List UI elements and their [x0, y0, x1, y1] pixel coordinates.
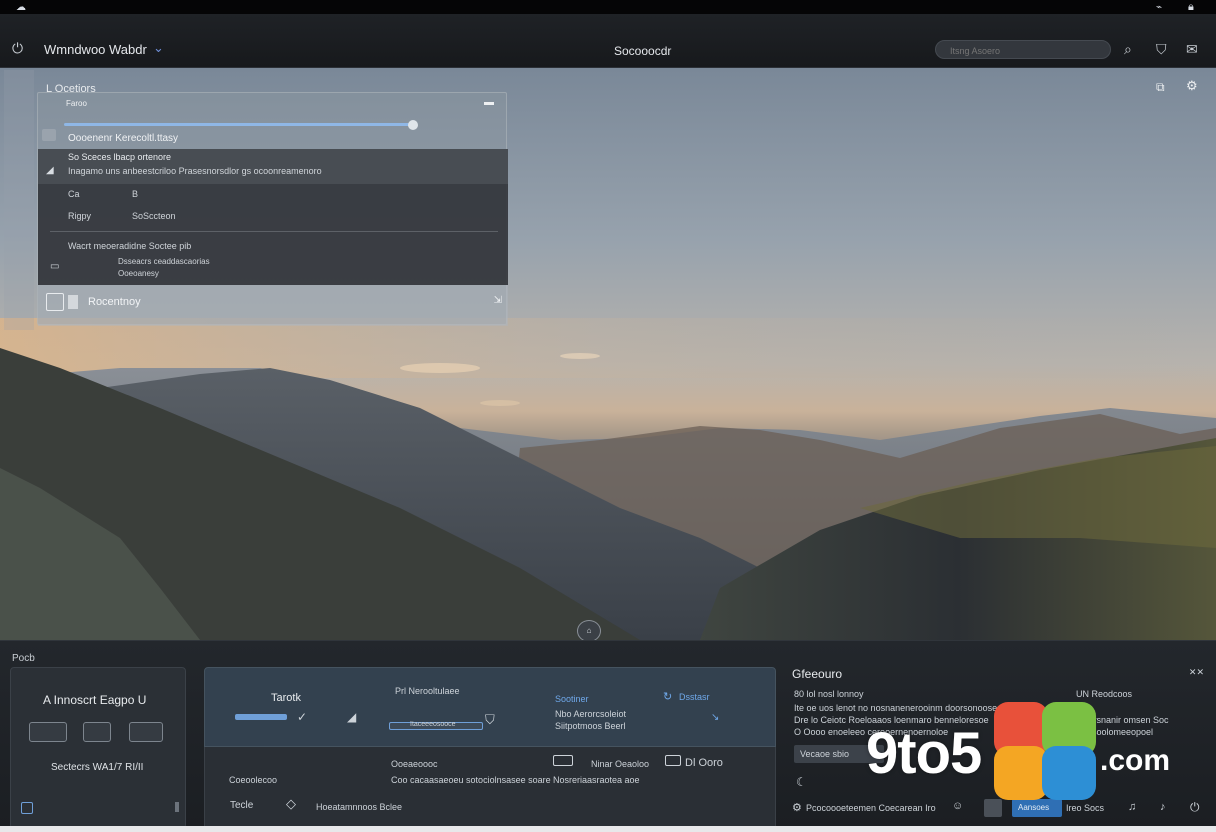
app-title[interactable]: Wmndwoo Wabdr: [44, 42, 147, 57]
minimize-icon[interactable]: ▬: [484, 97, 494, 108]
status-icon: [42, 129, 56, 141]
notification-title: So Sceces lbacp ortenore: [68, 152, 172, 162]
overview-text: UN Reodcoos: [1076, 689, 1133, 699]
checkbox[interactable]: [46, 293, 64, 311]
wifi-icon: ◢: [46, 165, 54, 176]
chevron-down-icon[interactable]: ⌄: [153, 40, 164, 56]
battery-icon: [553, 755, 573, 766]
detail-text: Coo cacaasaeoeu sotociolnsasee soare: [391, 775, 551, 785]
logo-tile: [1042, 746, 1096, 800]
bottom-edge: [0, 826, 1216, 832]
widget-title: A Innoscrt Eagpo U: [43, 693, 147, 707]
brightness-slider-knob[interactable]: [408, 120, 418, 130]
signal-icon: ◢: [347, 710, 357, 724]
top-strip: ☁ ⌁ 🔒︎: [0, 0, 1216, 14]
window-thumbnail[interactable]: [83, 722, 111, 742]
watermark-logo: 9to5 .com: [866, 702, 1196, 802]
taskbar-text: Pcocoooeteemen Coecarean Iro: [806, 803, 936, 813]
search-icon[interactable]: ⌕: [1124, 42, 1132, 56]
detail-label: Coeoolecoo: [229, 775, 278, 785]
notification-panel[interactable]: Faroo ▬ Oooenenr Kerecoltl.ttasy ◢ So Sc…: [37, 92, 508, 326]
expand-icon[interactable]: ⇲: [494, 295, 502, 306]
info-value: B: [132, 189, 139, 199]
overview-text: 80 lol nosl lonnoy: [794, 689, 864, 699]
detail-item: Nosreriaasraotea aoe: [553, 775, 640, 785]
detail-title: Ooeaeoooc: [391, 759, 438, 769]
progress-bar: [235, 714, 287, 720]
panel-footer[interactable]: Rocentnoy ⇲: [38, 285, 508, 326]
note-line: Dsseacrs ceaddascaorias: [118, 257, 210, 266]
calendar-icon: ▭: [50, 261, 60, 272]
shield-icon[interactable]: ⛉: [485, 712, 495, 728]
text-field[interactable]: Itaceeeosooce: [389, 721, 483, 730]
window-thumbnail[interactable]: [29, 722, 67, 742]
widget-caption: Sectecrs WA1/7 RI/II: [51, 762, 144, 773]
file-icon: [68, 295, 78, 309]
watermark-text: 9to5: [866, 721, 982, 786]
power-icon[interactable]: ⏻: [1190, 800, 1200, 815]
diamond-icon[interactable]: ◇: [286, 796, 296, 812]
notification-item[interactable]: ◢ So Sceces lbacp ortenore Inagamo uns a…: [38, 149, 508, 184]
refresh-icon[interactable]: ↻: [663, 690, 672, 703]
status-text: Oooenenr Kerecoltl.ttasy: [68, 133, 179, 144]
info-key: Rigpy: [68, 211, 92, 221]
display-icon: [665, 755, 681, 766]
lock-icon[interactable]: 🔒︎: [1188, 1, 1194, 14]
field-text: Itaceeeosooce: [410, 721, 456, 728]
section-text: Nbo Aerorcsoleiot: [555, 709, 627, 719]
check-icon: ✓: [297, 710, 308, 724]
notification-text: Inagamo uns anbeestcriloo Prasesnorsdlor…: [68, 166, 322, 176]
divider: [50, 231, 498, 232]
info-key: Ca: [68, 189, 80, 199]
footer-label[interactable]: Rocentnoy: [88, 296, 141, 308]
arrow-icon[interactable]: ↘: [711, 712, 719, 723]
link-icon[interactable]: ⌁: [1156, 2, 1162, 13]
close-icon[interactable]: ✕✕: [1189, 667, 1204, 678]
tray-text: Ireo Socs: [1066, 803, 1105, 813]
widget-title: Gfeeouro: [792, 667, 843, 681]
taskbar-label[interactable]: Tecle: [230, 800, 253, 811]
column-title: Prl Nerooltulaee: [395, 686, 460, 696]
button-label: Aansoes: [1018, 803, 1050, 812]
note-line: Ooeoanesy: [118, 269, 159, 278]
desktop-left-edge: [4, 70, 34, 330]
settings-icon[interactable]: ⚙: [792, 801, 802, 814]
chat-icon[interactable]: ✉: [1186, 42, 1198, 56]
moon-icon[interactable]: ☾: [796, 775, 807, 789]
detail-item: Ninar Oeaoloo: [591, 759, 650, 769]
dock-label: Pocb: [12, 653, 35, 664]
logo-tile: [994, 746, 1048, 800]
section-link[interactable]: Sootiner: [555, 694, 589, 704]
panel-subtitle: Faroo: [66, 99, 87, 108]
watermark-domain: .com: [1100, 744, 1171, 777]
window-title: Socooocdr: [614, 44, 672, 58]
info-value: SoSccteon: [132, 211, 176, 221]
power-icon[interactable]: ⏻: [12, 41, 23, 55]
shield-icon[interactable]: ⛉: [1156, 42, 1167, 56]
cloud-icon[interactable]: ☁: [16, 2, 26, 13]
screen-icon[interactable]: ⧉: [1156, 80, 1165, 95]
widget-title: Tarotk: [271, 692, 301, 704]
section-link[interactable]: Dsstasr: [679, 692, 710, 702]
notification-list: ◢ So Sceces lbacp ortenore Inagamo uns a…: [38, 149, 508, 285]
brightness-slider-track[interactable]: [64, 123, 414, 126]
dock-handle[interactable]: ⌂: [577, 620, 601, 642]
window-thumbnail[interactable]: [129, 722, 163, 742]
music-icon[interactable]: ♪: [1160, 801, 1166, 813]
top-bar: ⏻ Wmndwoo Wabdr ⌄ Socooocdr ⌕ ⛉ ✉: [0, 14, 1216, 68]
settings-icon[interactable]: ⚙: [1186, 78, 1198, 94]
button-label: Vecaoe sbio: [800, 749, 850, 759]
widget-card-tasks[interactable]: Tarotk ✓ ◢ Prl Nerooltulaee Itaceeeosooc…: [204, 667, 776, 747]
search-input[interactable]: [936, 42, 1110, 60]
section-text: Siitpotmoos Beerl: [555, 721, 626, 731]
detail-item: Dl Ooro: [685, 757, 723, 769]
taskbar-text: Hoeatamnnoos Bclee: [316, 802, 403, 812]
search-box[interactable]: [935, 40, 1111, 60]
bell-icon[interactable]: ♫: [1128, 801, 1136, 813]
note-title: Wacrt meoeradidne Soctee pib: [68, 241, 192, 251]
